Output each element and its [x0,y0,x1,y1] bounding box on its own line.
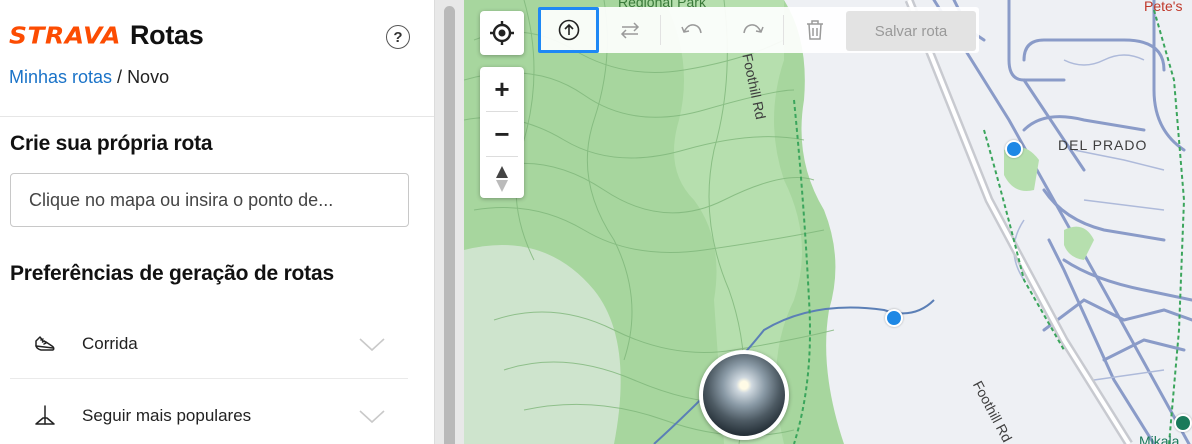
manual-mode-button[interactable] [538,7,599,53]
popularity-path-icon [32,403,58,429]
redo-icon [742,24,764,34]
locate-me-button[interactable] [480,11,524,55]
chevron-down-icon[interactable] [358,408,386,424]
undo-icon [680,24,702,34]
breadcrumb-link-my-routes[interactable]: Minhas rotas [9,67,112,87]
poi-pin-icon[interactable] [1174,414,1192,432]
running-shoe-icon [32,331,58,357]
breadcrumb-separator: / [112,67,128,87]
preferences-title: Preferências de geração de rotas [10,262,334,285]
help-icon[interactable]: ? [386,25,410,49]
chevron-down-icon[interactable] [358,336,386,352]
preference-popularity[interactable]: Seguir mais populares [10,381,408,444]
poi-label: Mikala [1139,433,1180,444]
upload-circle-icon [558,19,579,41]
compass-button[interactable] [480,157,524,201]
neighborhood-label: DEL PRADO [1058,137,1148,153]
delete-route-button[interactable] [784,7,845,53]
save-route-button[interactable]: Salvar rota [846,11,976,51]
compass-icon [496,166,508,192]
crosshair-icon [490,21,514,45]
left-panel: STRAVA Rotas ? Minhas rotas / Novo Crie … [0,0,434,444]
zoom-out-button[interactable]: − [480,112,524,156]
divider [0,116,434,117]
create-route-title: Crie sua própria rota [10,132,213,155]
map-tiles [464,0,1192,444]
preference-sport-label: Corrida [82,333,138,353]
water-pin-icon[interactable] [1005,140,1023,158]
breadcrumb: Minhas rotas / Novo [9,67,169,88]
breadcrumb-current: Novo [127,67,170,87]
redo-button[interactable] [722,7,783,53]
preference-popularity-label: Seguir mais populares [82,406,252,425]
zoom-controls: + − [480,67,524,198]
panel-splitter[interactable] [434,0,464,444]
map-canvas[interactable]: Regional Park Foothill Rd Foothill Rd DE… [464,0,1192,444]
preference-sport-type[interactable]: Corrida [10,309,408,379]
route-start-search-input[interactable] [10,173,409,227]
zoom-in-button[interactable]: + [480,67,524,111]
trailhead-pin-icon[interactable] [885,309,903,327]
trash-icon [806,20,823,40]
header: STRAVA Rotas [9,18,204,52]
photo-thumbnail[interactable] [699,350,789,440]
undo-button[interactable] [661,7,722,53]
page-title: Rotas [129,19,204,50]
strava-logo[interactable]: STRAVA [9,22,121,49]
poi-label: Pete's [1144,0,1183,14]
reverse-route-button[interactable] [599,7,660,53]
swap-arrows-icon [620,22,639,39]
scrollbar-thumb[interactable] [444,6,455,444]
